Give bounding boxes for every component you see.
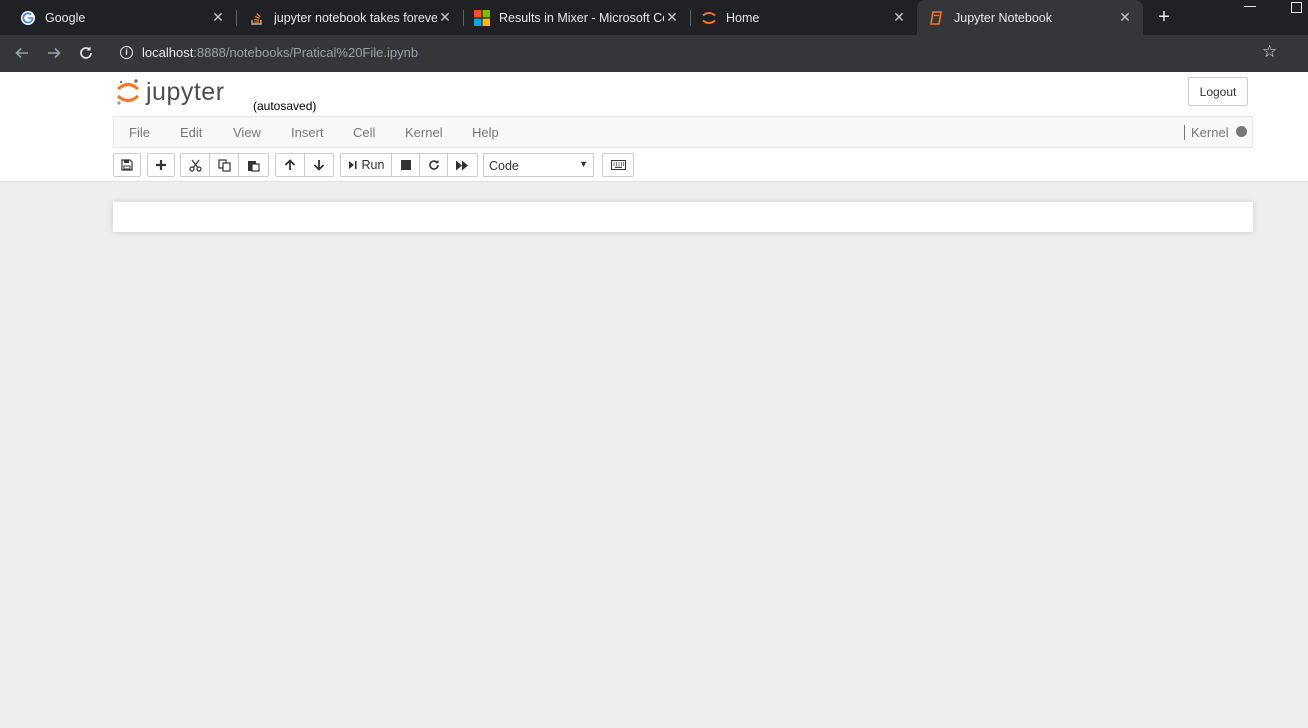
cell-type-select[interactable]: Code ▼	[483, 153, 594, 177]
close-icon[interactable]: ✕	[437, 9, 453, 26]
jupyter-logo-text: jupyter	[146, 77, 225, 106]
browser-tab-jupyter-notebook[interactable]: Jupyter Notebook ✕	[917, 0, 1143, 35]
url-host: localhost	[142, 45, 194, 60]
notebook-icon	[929, 10, 945, 26]
browser-tab-stackoverflow[interactable]: jupyter notebook takes forever ✕	[229, 0, 463, 35]
arrow-down-icon	[313, 160, 325, 171]
menu-kernel[interactable]: Kernel	[405, 125, 443, 140]
restart-run-all-button[interactable]	[447, 153, 478, 177]
back-icon[interactable]	[12, 43, 32, 63]
microsoft-icon	[474, 9, 490, 26]
minimize-window-button[interactable]	[1244, 6, 1256, 7]
tab-title: Google	[45, 10, 86, 25]
notebook-container[interactable]	[113, 202, 1253, 232]
url-text: localhost:8888/notebooks/Pratical%20File…	[142, 45, 418, 60]
menu-view[interactable]: View	[233, 125, 261, 140]
paste-button[interactable]	[238, 153, 269, 177]
menu-help[interactable]: Help	[472, 125, 499, 140]
jupyter-header: jupyter (autosaved) Logout File Edit Vie…	[0, 72, 1308, 182]
browser-address-bar: i localhost:8888/notebooks/Pratical%20Fi…	[0, 35, 1308, 72]
copy-icon	[217, 158, 231, 172]
browser-tab-bar: Google ✕ jupyter notebook takes forever …	[0, 0, 1308, 35]
arrow-up-icon	[284, 159, 296, 170]
cut-button[interactable]	[180, 153, 210, 177]
tab-title: Home	[726, 10, 760, 25]
bookmark-star-icon[interactable]: ☆	[1262, 42, 1277, 62]
browser-tab-microsoft[interactable]: Results in Mixer - Microsoft Co ✕	[454, 0, 690, 35]
url-path: :8888/notebooks/Pratical%20File.ipynb	[193, 45, 419, 60]
save-icon	[121, 159, 133, 171]
maximize-window-button[interactable]	[1291, 2, 1302, 13]
menubar: File Edit View Insert Cell Kernel Help K…	[113, 116, 1253, 148]
close-icon[interactable]: ✕	[1117, 9, 1133, 26]
plus-icon	[156, 160, 166, 170]
browser-tab-home[interactable]: Home ✕	[681, 0, 917, 35]
site-info-icon[interactable]: i	[120, 46, 133, 59]
google-icon	[20, 10, 36, 26]
close-icon[interactable]: ✕	[210, 9, 226, 26]
browser-tab-google[interactable]: Google ✕	[0, 0, 236, 35]
menu-insert[interactable]: Insert	[291, 125, 324, 140]
refresh-icon	[428, 159, 439, 170]
move-up-button[interactable]	[275, 153, 305, 177]
menu-cell[interactable]: Cell	[353, 125, 375, 140]
forward-icon[interactable]	[44, 43, 64, 63]
autosave-status: (autosaved)	[253, 99, 317, 113]
close-icon[interactable]: ✕	[664, 9, 680, 26]
new-tab-button[interactable]: +	[1154, 7, 1174, 28]
stackoverflow-icon	[249, 10, 265, 26]
run-button[interactable]: Run	[340, 153, 392, 177]
restart-kernel-button[interactable]	[419, 153, 448, 177]
command-palette-button[interactable]	[602, 153, 634, 177]
keyboard-icon	[610, 160, 626, 170]
scissors-icon	[188, 159, 202, 172]
close-icon[interactable]: ✕	[891, 9, 907, 26]
paste-icon	[248, 160, 260, 172]
url-omnibox[interactable]: i localhost:8888/notebooks/Pratical%20Fi…	[112, 40, 1294, 67]
step-forward-icon	[348, 161, 357, 169]
copy-button[interactable]	[209, 153, 239, 177]
tab-title: jupyter notebook takes forever	[274, 10, 437, 25]
dropdown-arrow-icon: ▼	[579, 159, 588, 169]
move-down-button[interactable]	[304, 153, 334, 177]
jupyter-icon	[701, 10, 717, 26]
reload-icon[interactable]	[76, 43, 96, 63]
save-button[interactable]	[113, 153, 141, 177]
tab-title: Jupyter Notebook	[954, 10, 1052, 25]
kernel-status-icon	[1236, 126, 1247, 137]
kernel-indicator-label: Kernel	[1184, 125, 1229, 140]
cell-type-value: Code	[489, 159, 519, 173]
fast-forward-icon	[456, 160, 468, 170]
menu-edit[interactable]: Edit	[180, 125, 202, 140]
menu-file[interactable]: File	[129, 125, 150, 140]
insert-cell-button[interactable]	[147, 153, 175, 177]
tab-title: Results in Mixer - Microsoft Co	[499, 10, 664, 25]
run-label: Run	[361, 158, 385, 172]
interrupt-kernel-button[interactable]	[391, 153, 420, 177]
logout-button[interactable]: Logout	[1188, 77, 1248, 106]
stop-icon	[400, 160, 411, 170]
jupyter-logo[interactable]: jupyter	[116, 78, 225, 106]
jupyter-logo-icon	[116, 79, 140, 105]
